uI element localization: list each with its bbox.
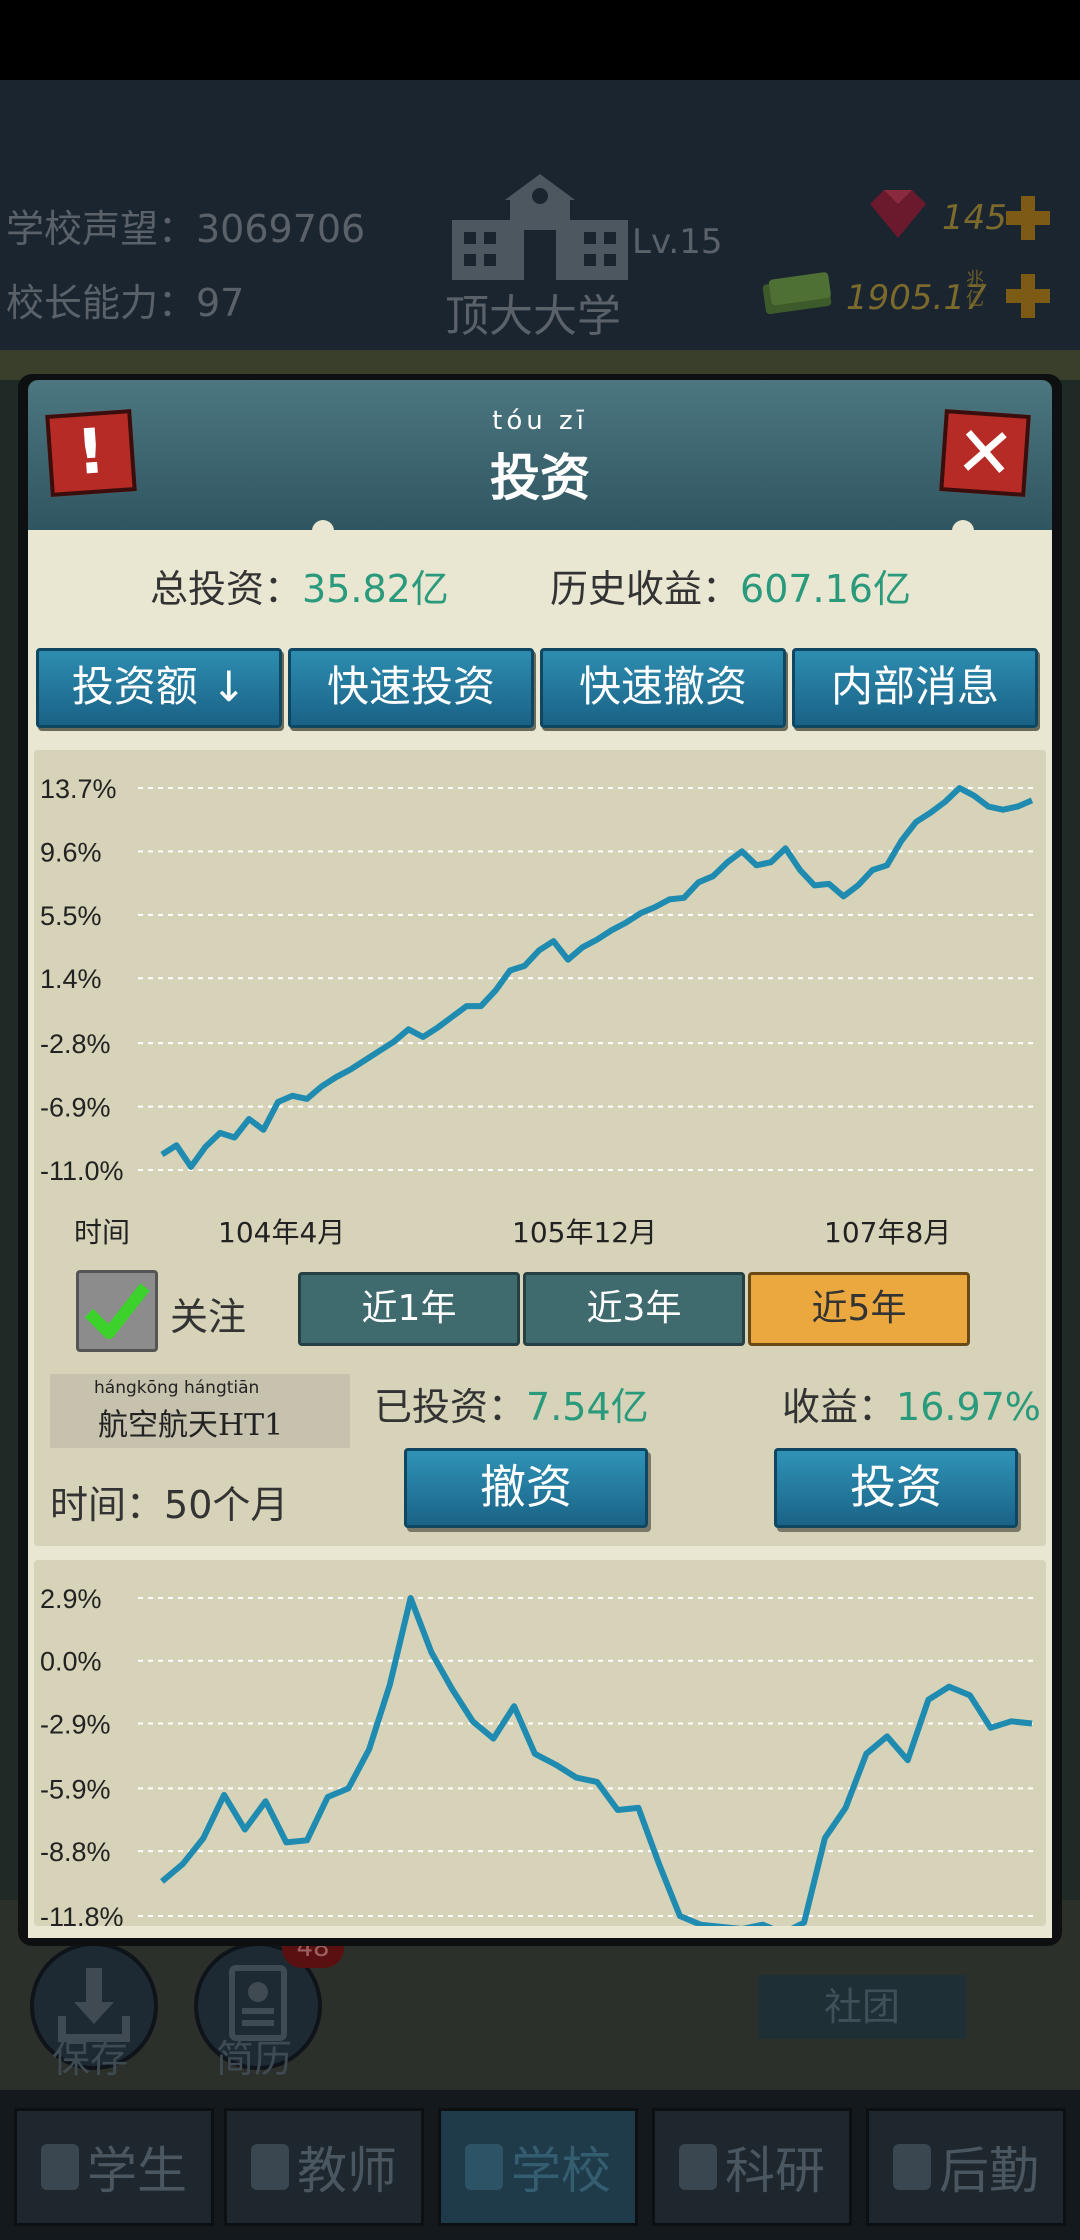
chart1-y-tick: 13.7% — [40, 774, 117, 804]
reputation-text: 学校声望：3069706 — [6, 207, 366, 251]
chart1-y-tick: -6.9% — [40, 1093, 111, 1123]
nav-teachers-label: 教师 — [297, 2142, 397, 2200]
student-icon — [41, 2144, 79, 2190]
nav-teachers[interactable]: 教师 — [224, 2108, 424, 2226]
follow-label: 关注 — [170, 1295, 247, 1339]
price-chart: 13.7% 9.6% 5.5% 1.4% -2.8% -6.9% -11.0% — [40, 774, 1038, 1186]
title-pinyin: tóu zī — [492, 406, 588, 436]
school-level: Lv.15 — [632, 222, 723, 262]
price-chart-xaxis: 时间 104年4月 105年12月 107年8月 — [74, 1216, 951, 1249]
time-label: 时间： — [50, 1483, 165, 1527]
stock-pinyin: hángkōng hángtiān — [94, 1378, 260, 1398]
stock-name: 航空航天HT1 — [98, 1408, 284, 1443]
save-label: 保存 — [52, 2037, 129, 2081]
resume-label: 简历 — [216, 2037, 293, 2081]
bottom-nav: 学生 教师 学校 科研 后勤 — [0, 2090, 1080, 2240]
nav-students[interactable]: 学生 — [14, 2108, 214, 2226]
chart1-y-tick: -11.0% — [40, 1156, 124, 1186]
history-profit-value: 607.16亿 — [740, 567, 911, 611]
money-unit: 兆 亿 — [966, 270, 984, 310]
school-name: 顶大大学 — [445, 291, 621, 342]
x-tick-2: 107年8月 — [824, 1216, 951, 1249]
second-price-chart: 2.9% 0.0% -2.9% -5.9% -8.8% -11.8% — [40, 1584, 1038, 1926]
invested-value: 7.54亿 — [526, 1385, 649, 1429]
total-invest-label: 总投资： — [150, 567, 303, 611]
range-5y-button[interactable]: 近5年 — [748, 1272, 970, 1346]
principal-ability-text: 校长能力：97 — [6, 281, 245, 325]
chart2-series-line — [160, 1595, 1033, 1926]
stock-name-tag: hángkōng hángtiān 航空航天HT1 — [50, 1374, 350, 1448]
money-icon — [762, 272, 832, 315]
chart1-y-tick: 5.5% — [40, 901, 102, 931]
chart2-y-tick: -11.8% — [40, 1902, 124, 1926]
total-invest-value: 35.82亿 — [302, 567, 449, 611]
school-building-icon — [452, 174, 628, 280]
alert-icon[interactable]: ! — [45, 409, 137, 497]
gem-icon — [870, 190, 926, 238]
insider-news-button[interactable]: 内部消息 — [792, 648, 1038, 728]
hold-time: 时间：50个月 — [50, 1474, 288, 1529]
nav-school[interactable]: 学校 — [438, 2108, 638, 2226]
club-button[interactable]: 社团 — [758, 1975, 966, 2039]
invest-button[interactable]: 投资 — [774, 1448, 1018, 1528]
clipboard-icon — [893, 2144, 931, 2190]
history-profit-label: 历史收益： — [550, 567, 741, 611]
panel-header: tóu zī 投资 — [28, 380, 1052, 530]
close-button[interactable]: ✕ — [939, 409, 1031, 497]
chart1-y-tick: 1.4% — [40, 964, 102, 994]
chart2-y-tick: -2.9% — [40, 1709, 111, 1739]
return-rate: 收益：16.97% — [782, 1376, 1041, 1431]
nav-school-label: 学校 — [511, 2142, 611, 2200]
time-value: 50个月 — [164, 1483, 289, 1527]
chart2-y-tick: -8.8% — [40, 1837, 111, 1867]
return-value: 16.97% — [896, 1385, 1041, 1429]
nav-research-label: 科研 — [725, 2142, 825, 2200]
chart2-y-tick: -5.9% — [40, 1774, 111, 1804]
money-unit-top: 兆 — [966, 269, 984, 290]
range-3y-button[interactable]: 近3年 — [523, 1272, 745, 1346]
money-unit-bottom: 亿 — [966, 289, 984, 310]
range-1y-button[interactable]: 近1年 — [298, 1272, 520, 1346]
chart1-y-tick: -2.8% — [40, 1029, 111, 1059]
chart2-y-tick: 0.0% — [40, 1647, 102, 1677]
chart1-y-tick: 9.6% — [40, 837, 102, 867]
nav-students-label: 学生 — [87, 2142, 187, 2200]
invested-amount: 已投资：7.54亿 — [374, 1376, 649, 1431]
quick-invest-button[interactable]: 快速投资 — [288, 648, 534, 728]
nav-research[interactable]: 科研 — [652, 2108, 852, 2226]
panel-title: 投资 — [490, 449, 590, 507]
teacher-icon — [251, 2144, 289, 2190]
nav-logistics[interactable]: 后勤 — [866, 2108, 1066, 2226]
total-investment: 总投资：35.82亿 — [150, 558, 449, 613]
x-axis-label: 时间 — [74, 1216, 130, 1249]
gem-count: 145 — [942, 198, 1007, 238]
follow-checkbox[interactable] — [76, 1270, 158, 1352]
x-tick-1: 105年12月 — [512, 1216, 657, 1249]
add-gems-button[interactable] — [1004, 194, 1052, 242]
withdraw-button[interactable]: 撤资 — [404, 1448, 648, 1528]
x-tick-0: 104年4月 — [218, 1216, 345, 1249]
checkmark-icon — [84, 1283, 150, 1339]
nav-logistics-label: 后勤 — [939, 2142, 1039, 2200]
top-hud: 学校声望：3069706 校长能力：97 Lv.15 顶大大学 145 1905… — [0, 80, 1080, 350]
invested-label: 已投资： — [374, 1385, 527, 1429]
chart2-y-tick: 2.9% — [40, 1584, 102, 1614]
quick-withdraw-button[interactable]: 快速撤资 — [540, 648, 786, 728]
second-stock-card: 2.9% 0.0% -2.9% -5.9% -8.8% -11.8% — [34, 1560, 1046, 1926]
flask-icon — [679, 2144, 717, 2190]
history-profit: 历史收益：607.16亿 — [550, 558, 911, 613]
sort-by-amount-button[interactable]: 投资额 ↓ — [36, 648, 282, 728]
status-bar — [0, 0, 1080, 80]
school-icon — [465, 2144, 503, 2190]
return-label: 收益： — [782, 1385, 897, 1429]
add-money-button[interactable] — [1004, 272, 1052, 320]
